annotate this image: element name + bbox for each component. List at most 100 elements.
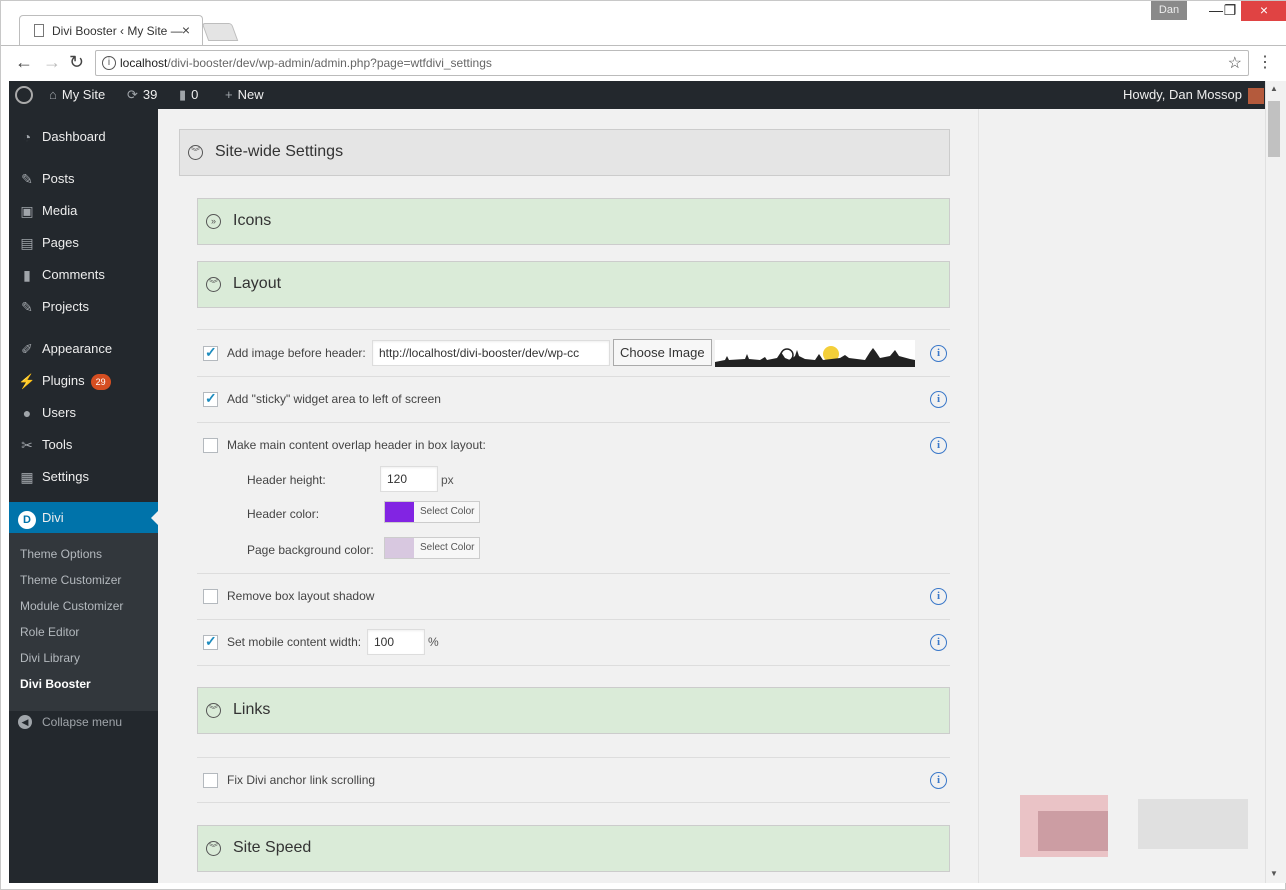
info-icon[interactable]: i [930, 588, 947, 605]
submenu-divi-library[interactable]: Divi Library [20, 651, 80, 665]
collapse-arrow-icon: ◀ [18, 715, 32, 729]
page-bg-color-picker[interactable]: Select Color [384, 537, 480, 559]
info-icon[interactable]: i [930, 634, 947, 651]
collapse-menu-button[interactable]: ◀ Collapse menu [9, 707, 158, 737]
chevron-down-icon: ︾ [206, 277, 221, 292]
pin-icon: ✎ [21, 299, 33, 315]
sidebar-item-plugins[interactable]: ⚡ Plugins 29 [9, 365, 158, 397]
mobile-width-checkbox[interactable] [203, 633, 218, 650]
new-content-link[interactable]: + New [225, 81, 264, 109]
info-icon[interactable]: i [930, 345, 947, 362]
section-links[interactable]: ︾ Links [197, 687, 950, 734]
address-bar[interactable]: i localhost/divi-booster/dev/wp-admin/ad… [95, 50, 1249, 76]
close-window-button[interactable]: × [1241, 1, 1286, 21]
chevron-down-icon: ︾ [206, 841, 221, 856]
scroll-up-icon[interactable]: ▲ [1270, 84, 1278, 93]
overlap-header-checkbox[interactable] [203, 438, 218, 453]
info-icon[interactable]: i [930, 437, 947, 454]
sidebar-item-pages[interactable]: ▤ Pages [9, 227, 158, 259]
submenu-role-editor[interactable]: Role Editor [20, 625, 79, 639]
reload-icon[interactable]: ↻ [69, 52, 84, 73]
sticky-widget-checkbox[interactable] [203, 390, 218, 407]
page-icon [34, 24, 44, 37]
comments-link[interactable]: ▮ 0 [179, 81, 198, 109]
avatar [1247, 87, 1264, 104]
update-count-badge: 29 [90, 373, 111, 390]
divi-submenu: Theme Options Theme Customizer Module Cu… [9, 533, 158, 711]
option-sticky-widget: Add "sticky" widget area to left of scre… [197, 376, 950, 422]
sidebar-item-posts[interactable]: ✎ Posts [9, 163, 158, 195]
pin-icon: ✎ [21, 171, 33, 187]
pixelated-overlay [1138, 799, 1248, 849]
submenu-theme-options[interactable]: Theme Options [20, 547, 102, 561]
wordpress-logo-icon[interactable] [15, 81, 35, 109]
divi-icon: D [18, 511, 36, 529]
site-name-link[interactable]: ⌂ My Site [49, 81, 105, 109]
dashboard-icon: ◔ [22, 129, 32, 145]
info-icon[interactable]: i [930, 391, 947, 408]
choose-image-button[interactable]: Choose Image [613, 339, 712, 366]
info-icon[interactable]: i [930, 772, 947, 789]
browser-tab[interactable]: Divi Booster ‹ My Site — × [19, 15, 203, 45]
anchor-scrolling-checkbox[interactable] [203, 773, 218, 788]
submenu-module-customizer[interactable]: Module Customizer [20, 599, 123, 613]
section-icons[interactable]: » Icons [197, 198, 950, 245]
content-divider [978, 109, 979, 883]
browser-menu-icon[interactable]: ⋮ [1257, 52, 1273, 72]
media-icon: ▣ [20, 203, 34, 219]
sidebar-item-divi[interactable]: D Divi [9, 502, 158, 535]
section-site-speed[interactable]: ︾ Site Speed [197, 825, 950, 872]
section-layout[interactable]: ︾ Layout [197, 261, 950, 308]
profile-chip[interactable]: Dan [1151, 1, 1187, 20]
remove-shadow-checkbox[interactable] [203, 589, 218, 604]
sidebar-item-appearance[interactable]: ✐ Appearance [9, 333, 158, 365]
option-remove-shadow: Remove box layout shadow i [197, 573, 950, 619]
brush-icon: ✐ [21, 341, 33, 357]
sidebar-item-projects[interactable]: ✎ Projects [9, 291, 158, 323]
mobile-width-input[interactable]: 100 [367, 629, 425, 655]
tab-title: Divi Booster ‹ My Site — [52, 24, 183, 38]
refresh-icon: ⟳ [127, 87, 138, 102]
header-image-preview [715, 340, 915, 367]
chevron-down-icon: ︾ [188, 145, 203, 160]
browser-toolbar: ← → ↻ i localhost/divi-booster/dev/wp-ad… [1, 45, 1286, 81]
image-before-header-checkbox[interactable] [203, 344, 218, 361]
submenu-divi-booster[interactable]: Divi Booster [20, 677, 91, 691]
bookmark-star-icon[interactable]: ☆ [1228, 53, 1242, 73]
sidebar-item-users[interactable]: ● Users [9, 397, 158, 429]
updates-link[interactable]: ⟳ 39 [127, 81, 157, 109]
header-color-picker[interactable]: Select Color [384, 501, 480, 523]
chevron-right-icon: » [206, 214, 221, 229]
section-site-wide-settings[interactable]: ︾ Site-wide Settings [179, 129, 950, 176]
close-tab-icon[interactable]: × [182, 22, 190, 38]
page-bg-color-swatch [385, 538, 414, 558]
forward-icon[interactable]: → [43, 52, 61, 73]
header-image-url-input[interactable]: http://localhost/divi-booster/dev/wp-cc [372, 340, 610, 366]
admin-sidebar: ◔ Dashboard ✎ Posts ▣ Media ▤ Pages ▮ Comment… [9, 109, 158, 883]
url-text: localhost/divi-booster/dev/wp-admin/admi… [120, 56, 492, 70]
plus-icon: + [225, 87, 233, 102]
back-icon[interactable]: ← [15, 52, 33, 73]
sidebar-item-tools[interactable]: ✂ Tools [9, 429, 158, 461]
home-icon: ⌂ [49, 87, 57, 102]
sidebar-item-comments[interactable]: ▮ Comments [9, 259, 158, 291]
header-height-input[interactable]: 120 [380, 466, 438, 492]
comment-icon: ▮ [23, 267, 31, 283]
site-info-icon[interactable]: i [102, 56, 116, 70]
comment-bubble-icon: ▮ [179, 87, 187, 102]
sidebar-item-settings[interactable]: ▦ Settings [9, 461, 158, 493]
scroll-down-icon[interactable]: ▼ [1270, 869, 1278, 878]
main-content: ︾ Site-wide Settings » Icons ︾ Layout Ad… [158, 109, 1265, 883]
account-menu[interactable]: Howdy, Dan Mossop [1123, 81, 1264, 109]
scrollbar-thumb[interactable] [1268, 101, 1280, 157]
tab-strip: Divi Booster ‹ My Site — × Dan — ❐ × [1, 1, 1286, 45]
sidebar-item-dashboard[interactable]: ◔ Dashboard [9, 121, 158, 153]
submenu-theme-customizer[interactable]: Theme Customizer [20, 573, 121, 587]
wp-admin-bar: ⌂ My Site ⟳ 39 ▮ 0 + New Howdy, Dan Mossop [9, 81, 1265, 109]
option-image-before-header: Add image before header: http://localhos… [197, 329, 950, 376]
sidebar-item-media[interactable]: ▣ Media [9, 195, 158, 227]
pages-icon: ▤ [20, 235, 34, 251]
wrench-icon: ✂ [21, 437, 33, 453]
page-scrollbar[interactable]: ▲ ▼ [1265, 81, 1286, 883]
new-tab-button[interactable] [201, 23, 239, 41]
